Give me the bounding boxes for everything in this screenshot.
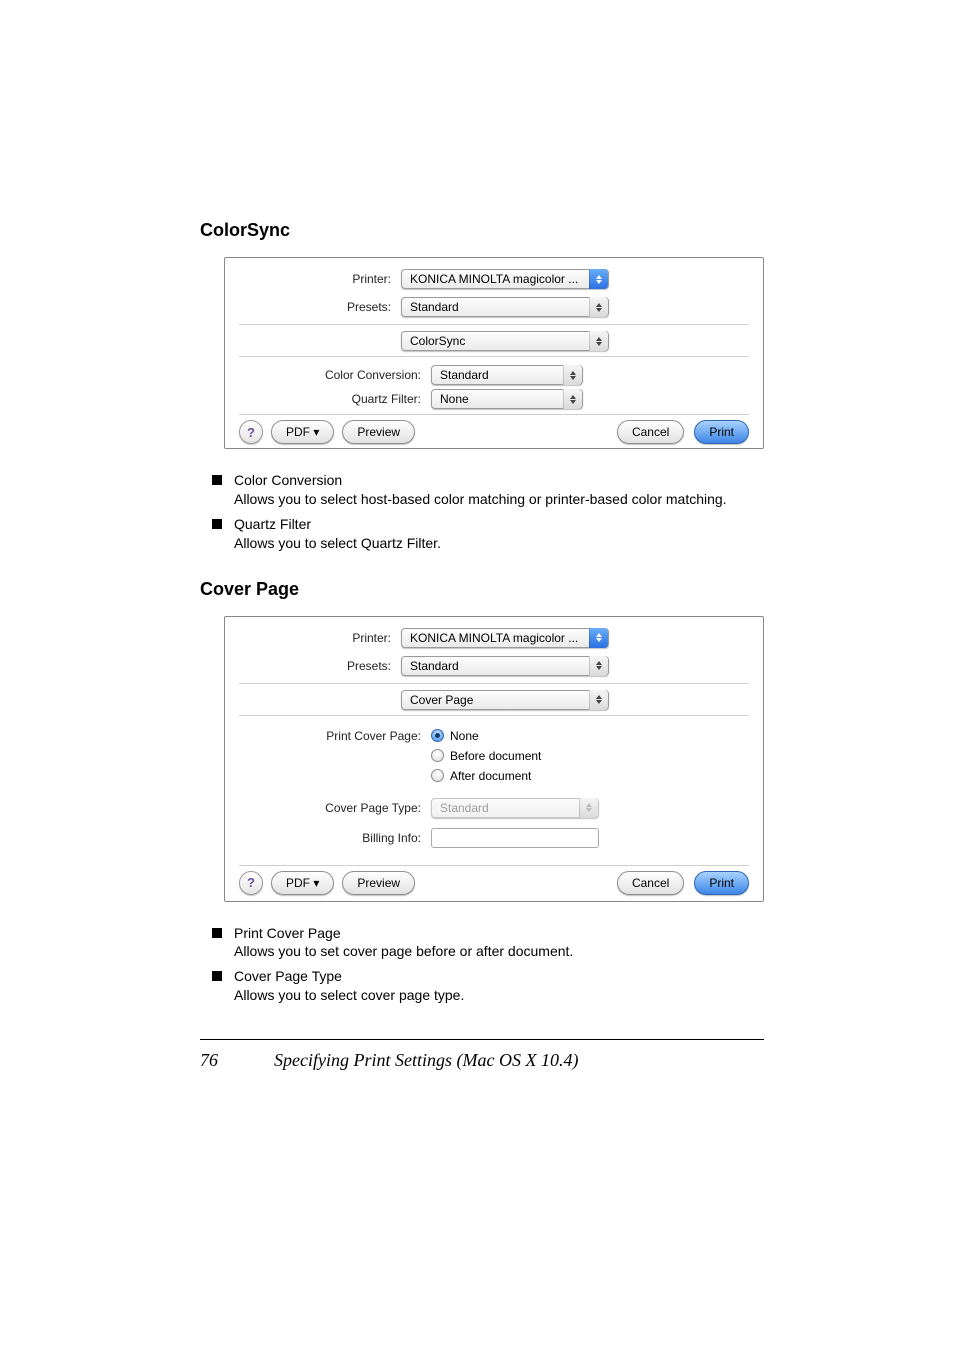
radio-after-label: After document xyxy=(450,769,531,783)
pdf-label: PDF ▾ xyxy=(286,425,319,439)
print-button[interactable]: Print xyxy=(694,420,749,444)
cancel-button[interactable]: Cancel xyxy=(617,420,684,444)
cancel-button[interactable]: Cancel xyxy=(617,871,684,895)
list-item: Quartz Filter Allows you to select Quart… xyxy=(212,515,764,553)
bullet-desc: Allows you to select cover page type. xyxy=(234,986,464,1005)
preview-button[interactable]: Preview xyxy=(342,871,415,895)
bullet-icon xyxy=(212,519,222,529)
color-conversion-popup[interactable]: Standard xyxy=(431,365,583,385)
cover-page-bullets: Print Cover Page Allows you to set cover… xyxy=(212,924,764,1006)
divider xyxy=(239,683,749,684)
printer-popup[interactable]: KONICA MINOLTA magicolor ... xyxy=(401,269,609,289)
presets-value: Standard xyxy=(402,300,589,314)
radio-after[interactable] xyxy=(431,769,444,782)
cover-page-type-popup: Standard xyxy=(431,798,599,818)
printer-label: Printer: xyxy=(225,631,401,645)
billing-info-input[interactable] xyxy=(431,828,599,848)
divider xyxy=(239,324,749,325)
page-section-title: Specifying Print Settings (Mac OS X 10.4… xyxy=(274,1050,578,1071)
printer-value: KONICA MINOLTA magicolor ... xyxy=(402,272,589,286)
section-title-cover-page: Cover Page xyxy=(200,579,764,600)
billing-info-label: Billing Info: xyxy=(225,831,431,845)
page-number: 76 xyxy=(200,1050,218,1071)
radio-before[interactable] xyxy=(431,749,444,762)
printer-label: Printer: xyxy=(225,272,401,286)
color-conversion-value: Standard xyxy=(432,368,563,382)
divider xyxy=(239,715,749,716)
presets-popup[interactable]: Standard xyxy=(401,297,609,317)
bullet-icon xyxy=(212,475,222,485)
pane-value: Cover Page xyxy=(402,693,589,707)
page-footer: 76 Specifying Print Settings (Mac OS X 1… xyxy=(200,1039,764,1071)
bullet-icon xyxy=(212,971,222,981)
arrows-icon xyxy=(589,297,608,317)
divider xyxy=(239,356,749,357)
print-cover-page-label: Print Cover Page: xyxy=(225,729,431,743)
printer-popup[interactable]: KONICA MINOLTA magicolor ... xyxy=(401,628,609,648)
arrows-icon xyxy=(589,628,608,648)
cover-page-type-label: Cover Page Type: xyxy=(225,801,431,815)
colorsync-bullets: Color Conversion Allows you to select ho… xyxy=(212,471,764,553)
section-title-colorsync: ColorSync xyxy=(200,220,764,241)
bullet-desc: Allows you to select Quartz Filter. xyxy=(234,534,441,553)
bullet-title: Print Cover Page xyxy=(234,924,573,943)
list-item: Color Conversion Allows you to select ho… xyxy=(212,471,764,509)
preview-button[interactable]: Preview xyxy=(342,420,415,444)
arrows-icon xyxy=(563,365,582,385)
bullet-title: Color Conversion xyxy=(234,471,727,490)
cover-page-panel: Printer: KONICA MINOLTA magicolor ... Pr… xyxy=(224,616,764,902)
list-item: Print Cover Page Allows you to set cover… xyxy=(212,924,764,962)
printer-value: KONICA MINOLTA magicolor ... xyxy=(402,631,589,645)
bullet-desc: Allows you to select host-based color ma… xyxy=(234,490,727,509)
colorsync-panel: Printer: KONICA MINOLTA magicolor ... Pr… xyxy=(224,257,764,449)
list-item: Cover Page Type Allows you to select cov… xyxy=(212,967,764,1005)
presets-label: Presets: xyxy=(225,659,401,673)
arrows-icon xyxy=(589,690,608,710)
bullet-title: Cover Page Type xyxy=(234,967,464,986)
radio-none[interactable] xyxy=(431,729,444,742)
help-button[interactable]: ? xyxy=(239,420,263,444)
arrows-icon xyxy=(563,389,582,409)
divider xyxy=(239,865,749,866)
quartz-filter-value: None xyxy=(432,392,563,406)
color-conversion-label: Color Conversion: xyxy=(225,368,431,382)
help-button[interactable]: ? xyxy=(239,871,263,895)
pdf-button[interactable]: PDF ▾ xyxy=(271,871,334,895)
presets-value: Standard xyxy=(402,659,589,673)
presets-popup[interactable]: Standard xyxy=(401,656,609,676)
quartz-filter-popup[interactable]: None xyxy=(431,389,583,409)
pdf-button[interactable]: PDF ▾ xyxy=(271,420,334,444)
radio-none-label: None xyxy=(450,729,479,743)
pane-popup[interactable]: ColorSync xyxy=(401,331,609,351)
arrows-icon xyxy=(589,269,608,289)
cover-page-type-value: Standard xyxy=(432,801,579,815)
arrows-icon xyxy=(579,798,598,818)
arrows-icon xyxy=(589,656,608,676)
bullet-icon xyxy=(212,928,222,938)
pane-popup[interactable]: Cover Page xyxy=(401,690,609,710)
presets-label: Presets: xyxy=(225,300,401,314)
pdf-label: PDF ▾ xyxy=(286,876,319,890)
quartz-filter-label: Quartz Filter: xyxy=(225,392,431,406)
divider xyxy=(239,414,749,415)
bullet-title: Quartz Filter xyxy=(234,515,441,534)
bullet-desc: Allows you to set cover page before or a… xyxy=(234,942,573,961)
print-button[interactable]: Print xyxy=(694,871,749,895)
arrows-icon xyxy=(589,331,608,351)
radio-before-label: Before document xyxy=(450,749,541,763)
pane-value: ColorSync xyxy=(402,334,589,348)
